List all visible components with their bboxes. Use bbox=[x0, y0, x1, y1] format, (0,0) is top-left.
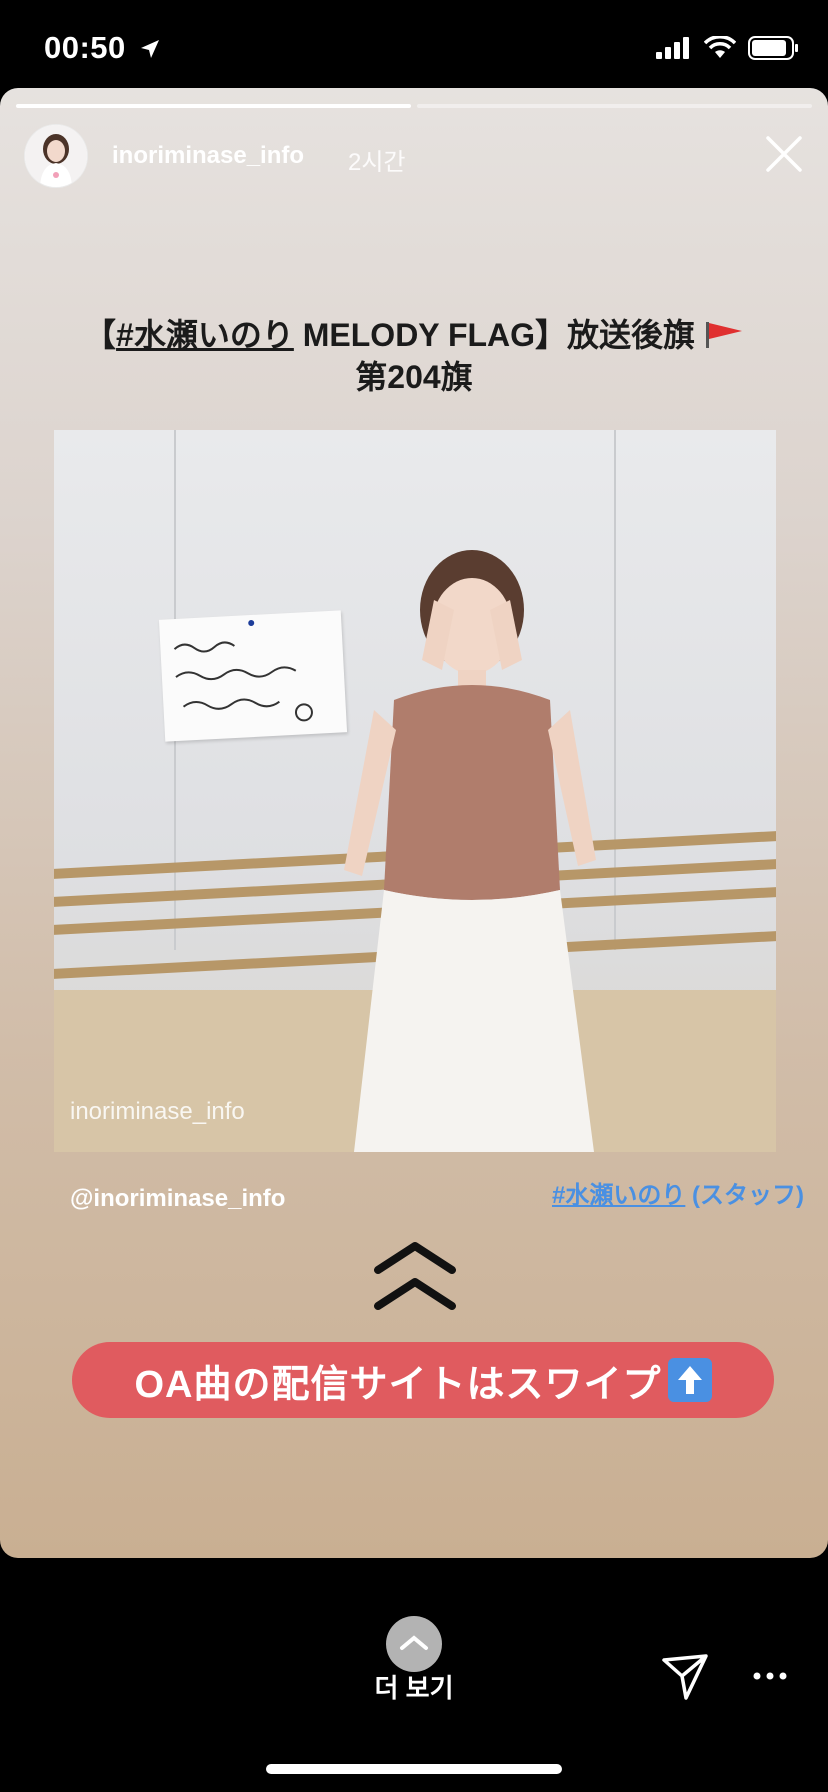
see-more-button[interactable] bbox=[386, 1616, 442, 1672]
location-arrow-icon bbox=[140, 40, 159, 58]
swipe-cta-text: OA曲の配信サイトはスワイプ bbox=[134, 1363, 662, 1406]
swipe-up-chevron-icon bbox=[374, 1242, 456, 1310]
post-title-line1: 【#水瀬いのり MELODY FLAG】放送後旗 bbox=[0, 314, 828, 356]
hashtag-sticker[interactable]: #水瀬いのり (スタッフ) bbox=[552, 1175, 804, 1210]
progress-segment bbox=[16, 104, 411, 108]
story-time-ago: 2시간 bbox=[348, 149, 406, 176]
flag-icon bbox=[705, 322, 742, 348]
post-title: 【#水瀬いのり MELODY FLAG】放送後旗 第204旗 bbox=[0, 314, 828, 398]
story-username[interactable]: inoriminase_info bbox=[112, 142, 304, 170]
swipe-cta-banner[interactable]: OA曲の配信サイトはスワイプ bbox=[72, 1342, 774, 1418]
avatar[interactable] bbox=[24, 124, 88, 188]
story-progress bbox=[16, 104, 812, 108]
person-figure bbox=[344, 550, 596, 1152]
more-options-icon[interactable] bbox=[752, 1670, 788, 1682]
story-photo: inoriminase_info bbox=[54, 430, 776, 1152]
mention-sticker[interactable]: @inoriminase_info bbox=[70, 1185, 285, 1213]
signal-icon bbox=[656, 37, 689, 59]
title-bracket: 【 bbox=[84, 317, 117, 353]
status-bar: 00:50 bbox=[0, 0, 828, 88]
send-icon[interactable] bbox=[660, 1652, 710, 1702]
up-arrow-emoji-icon bbox=[667, 1358, 712, 1402]
handwriting-scribble bbox=[173, 620, 313, 722]
chevron-up-icon bbox=[400, 1635, 428, 1650]
post-title-line2: 第204旗 bbox=[355, 359, 473, 395]
title-text: MELODY FLAG】放送後旗 bbox=[293, 317, 696, 353]
close-icon[interactable] bbox=[762, 132, 806, 176]
status-time: 00:50 bbox=[44, 30, 161, 66]
avatar-image bbox=[25, 125, 87, 187]
photo-watermark: inoriminase_info bbox=[70, 1098, 245, 1125]
home-indicator bbox=[266, 1764, 562, 1774]
progress-segment bbox=[417, 104, 812, 108]
title-hashtag[interactable]: #水瀬いのり bbox=[116, 317, 294, 353]
handwritten-note bbox=[158, 610, 348, 742]
wifi-icon bbox=[704, 36, 736, 58]
status-icons bbox=[656, 36, 800, 60]
status-time-text: 00:50 bbox=[44, 30, 126, 65]
hashtag-sticker-tag: #水瀬いのり bbox=[551, 1182, 686, 1209]
story-card[interactable]: inoriminase_info 2시간 【#水瀬いのり MELODY FLAG… bbox=[0, 88, 828, 1558]
battery-icon bbox=[748, 36, 798, 60]
hashtag-sticker-suffix: (スタッフ) bbox=[685, 1182, 804, 1209]
